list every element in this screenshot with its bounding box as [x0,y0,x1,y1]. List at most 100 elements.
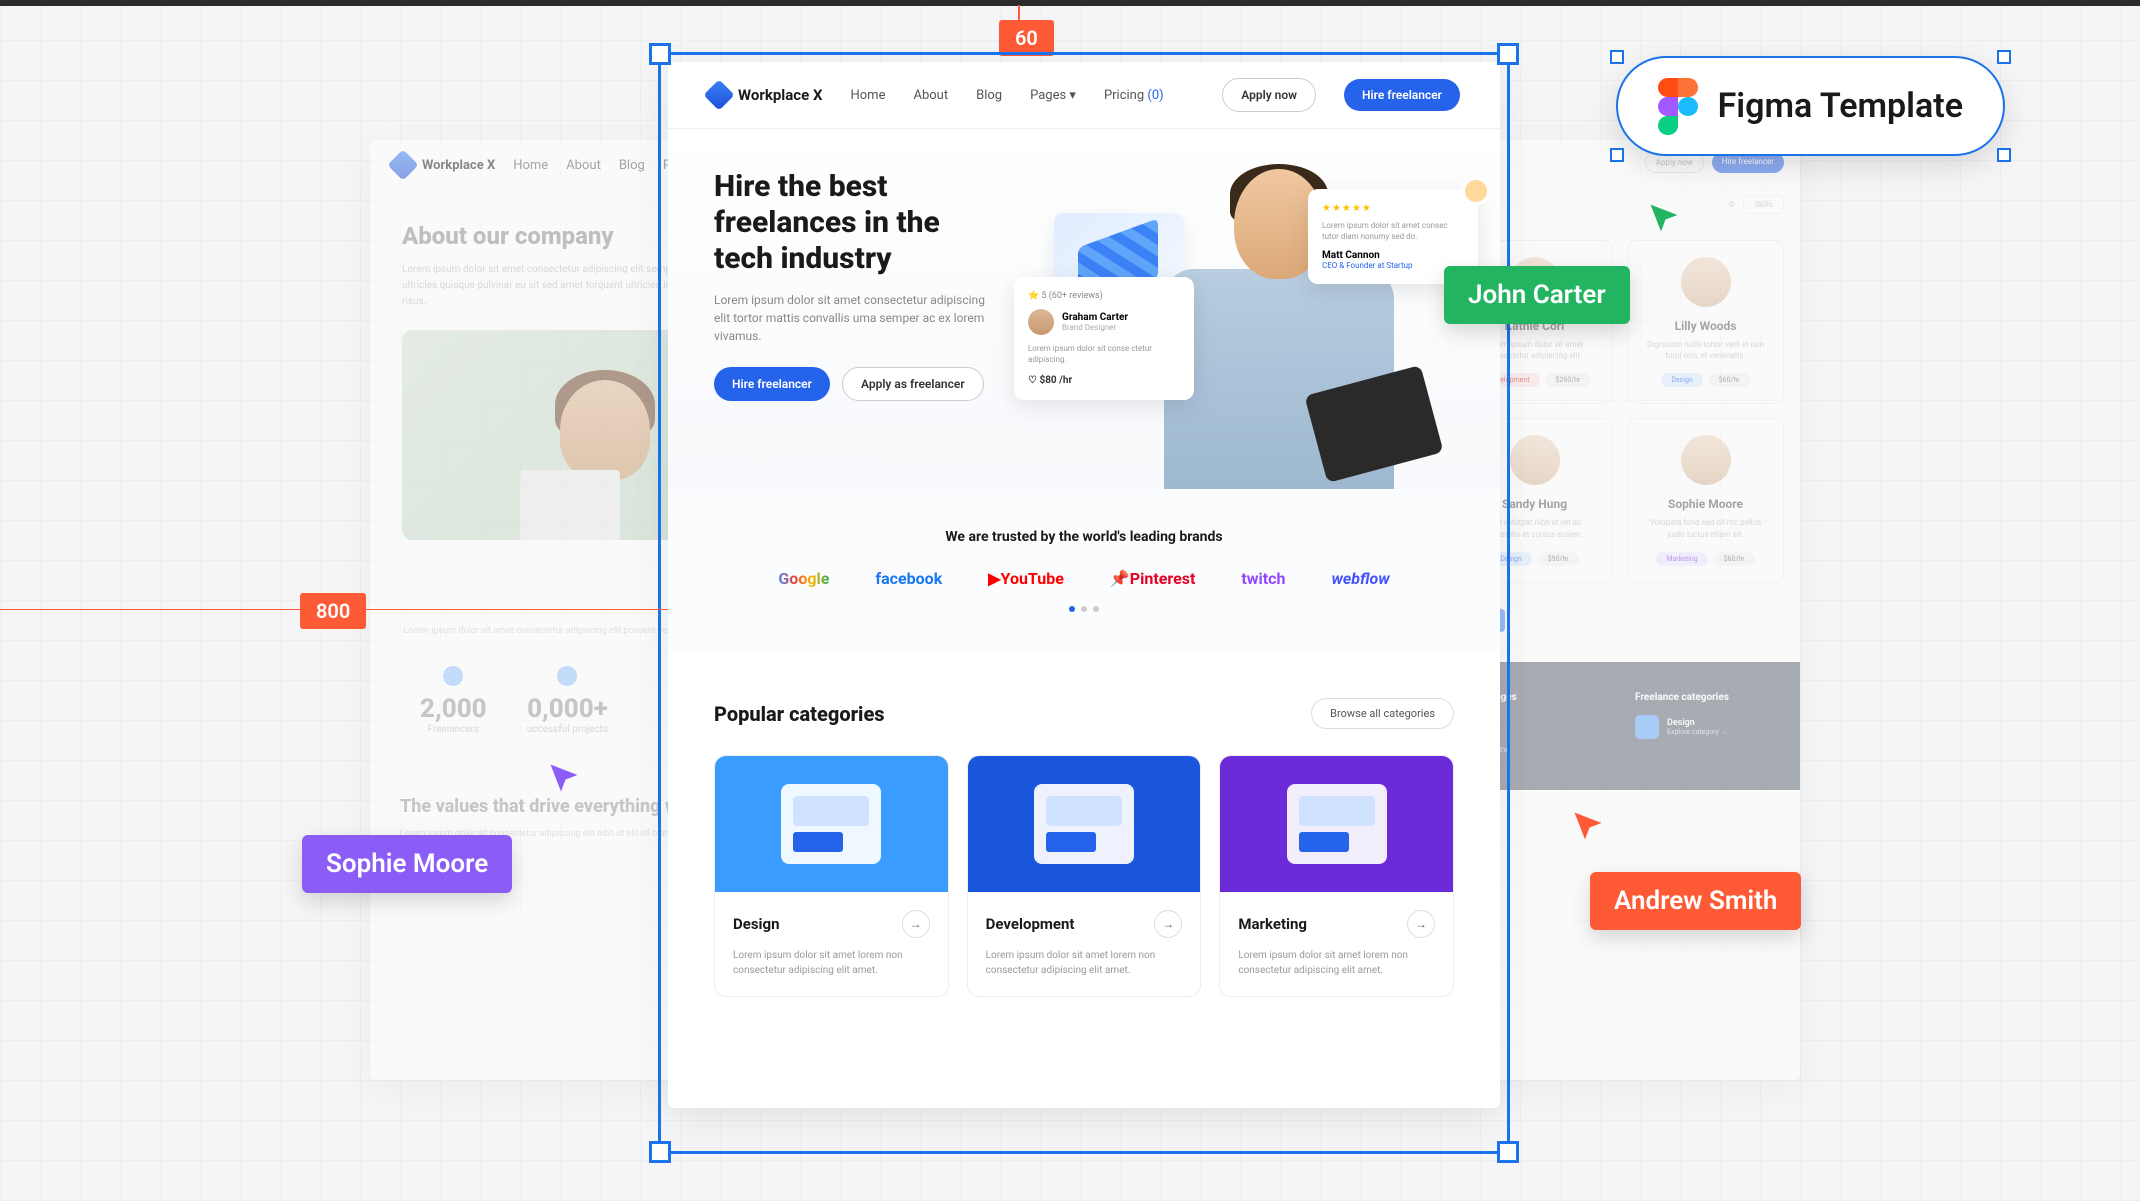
nav-blog[interactable]: Blog [976,88,1002,103]
hero-title: Hire the best freelances in the tech ind… [714,169,994,277]
category-card-development[interactable]: Development → Lorem ipsum dolor sit amet … [967,755,1202,997]
selection-handle[interactable] [1610,148,1624,162]
category-description: Lorem ipsum dolor sit amet lorem non con… [1238,948,1435,978]
skill-tag: Marketing [1656,552,1707,566]
webflow-logo: webflow [1331,569,1389,588]
rate-tag: $260/hr [1546,373,1591,387]
footer-categories-title: Freelance categories [1635,692,1780,703]
nav-pages-label: Pages [1030,88,1066,103]
measurement-label-top: 60 [999,20,1054,56]
avatar [1462,177,1490,205]
carousel-dots[interactable] [708,606,1460,612]
stat-number: 0,000+ [527,694,608,724]
footer-category-item[interactable]: Design Explore category → [1635,715,1780,739]
testimonial-body: Lorem ipsum dolor sit amet consec tutor … [1322,220,1464,242]
categories-title: Popular categories [714,702,885,726]
youtube-logo: ▶YouTube [988,569,1064,588]
measurement-label-side: 800 [300,593,366,629]
stat-number: 2,000 [420,694,487,724]
brand-text: Workplace X [738,86,822,104]
stat-item: 2,000 Freelancers [420,666,487,735]
selection-handle[interactable] [1997,50,2011,64]
cursor-icon-andrew [1570,808,1606,848]
card-rate: ♡ $80 /hr [1028,375,1180,386]
brand-logo-icon [703,79,734,110]
stat-label: uccessful projects [527,724,608,735]
category-name: Design [733,915,780,933]
rate-tag: $90/hr [1538,552,1579,566]
nav-about[interactable]: About [566,158,601,173]
hero-hire-button[interactable]: Hire freelancer [714,367,830,401]
apply-button[interactable]: Apply now [1222,78,1316,112]
check-icon [557,666,577,686]
hero-apply-button[interactable]: Apply as freelancer [842,367,984,401]
cursor-icon-john [1646,200,1682,240]
nav-home[interactable]: Home [513,158,548,173]
skill-tag: Design [1661,373,1702,387]
nav-about[interactable]: About [913,88,948,103]
freelancer-name: Sophie Moore [1644,497,1767,511]
category-name: Development [986,915,1075,933]
brand-logo-icon [387,149,418,180]
browse-all-button[interactable]: Browse all categories [1311,698,1454,729]
figma-chip-label: Figma Template [1718,86,1963,126]
dot-icon[interactable] [1069,606,1075,612]
nav-home[interactable]: Home [850,88,885,103]
navbar: Workplace X Home About Blog Pages ▾ Pric… [668,62,1500,129]
freelancer-bio: Volupata fund sed oll rhc pellus justo l… [1644,517,1767,539]
person-icon [443,666,463,686]
arrow-right-icon[interactable]: → [1407,910,1435,938]
arrow-right-icon[interactable]: → [1154,910,1182,938]
selection-handle[interactable] [1610,50,1624,64]
footer-category-name: Design [1667,718,1728,728]
dot-icon[interactable] [1081,606,1087,612]
avatar [1681,257,1731,307]
reviews-badge: ⭐ 5 (60+ reviews) [1028,291,1180,301]
nav-pricing[interactable]: Pricing (0) [1104,88,1164,103]
trusted-title: We are trusted by the world's leading br… [708,529,1460,545]
nav-blog[interactable]: Blog [619,158,645,173]
chevron-down-icon: ▾ [1069,88,1076,103]
avatar [1510,435,1560,485]
card-role: Brand Designer [1062,323,1128,332]
cursor-badge-john: John Carter [1444,266,1630,324]
category-illustration [968,756,1201,892]
stat-item: 0,000+ uccessful projects [527,666,608,735]
freelancer-card[interactable]: Lilly Woods Dignissim nulla tortor velit… [1627,240,1784,404]
artboard-home-selected[interactable]: Workplace X Home About Blog Pages ▾ Pric… [668,62,1500,1108]
freelancer-bio: Dignissim nulla tortor velit et non turp… [1644,339,1767,361]
dot-icon[interactable] [1093,606,1099,612]
cart-count: (0) [1147,88,1163,103]
selection-handle[interactable] [1997,148,2011,162]
category-illustration [1220,756,1453,892]
freelancer-preview-card: ⭐ 5 (60+ reviews) Graham CarterBrand Des… [1014,277,1194,400]
arrow-right-icon[interactable]: → [902,910,930,938]
avatar [1028,309,1054,335]
filter-skills-label: ⚙ [1728,200,1735,209]
category-card-marketing[interactable]: Marketing → Lorem ipsum dolor sit amet lo… [1219,755,1454,997]
filter-skills[interactable]: Skills [1743,195,1784,214]
figma-template-chip[interactable]: Figma Template [1616,56,2005,156]
brand[interactable]: Workplace X [708,84,822,106]
design-icon [1635,715,1659,739]
cursor-badge-sophie: Sophie Moore [302,835,512,893]
category-name: Marketing [1238,915,1307,933]
rate-tag: $60/hr [1709,373,1750,387]
freelancer-card[interactable]: Sophie Moore Volupata fund sed oll rhc p… [1627,418,1784,582]
avatar [1681,435,1731,485]
brand-text: Workplace X [422,158,495,173]
google-logo: Google [778,569,829,588]
rate-tag: $60/hr [1714,552,1755,566]
twitch-logo: twitch [1241,569,1285,588]
freelancer-name: Lilly Woods [1644,319,1767,333]
category-illustration [715,756,948,892]
card-name: Graham Carter [1062,312,1128,323]
category-description: Lorem ipsum dolor sit amet lorem non con… [986,948,1183,978]
hire-button[interactable]: Hire freelancer [1344,79,1460,111]
category-card-design[interactable]: Design→ Lorem ipsum dolor sit amet lorem… [714,755,949,997]
card-body: Lorem ipsum dolor sit conse ctetur adipi… [1028,343,1180,365]
brand[interactable]: Workplace X [392,154,495,176]
app-topbar [0,0,2140,6]
nav-pages[interactable]: Pages ▾ [1030,88,1076,103]
nav-pricing-label: Pricing [1104,88,1144,103]
